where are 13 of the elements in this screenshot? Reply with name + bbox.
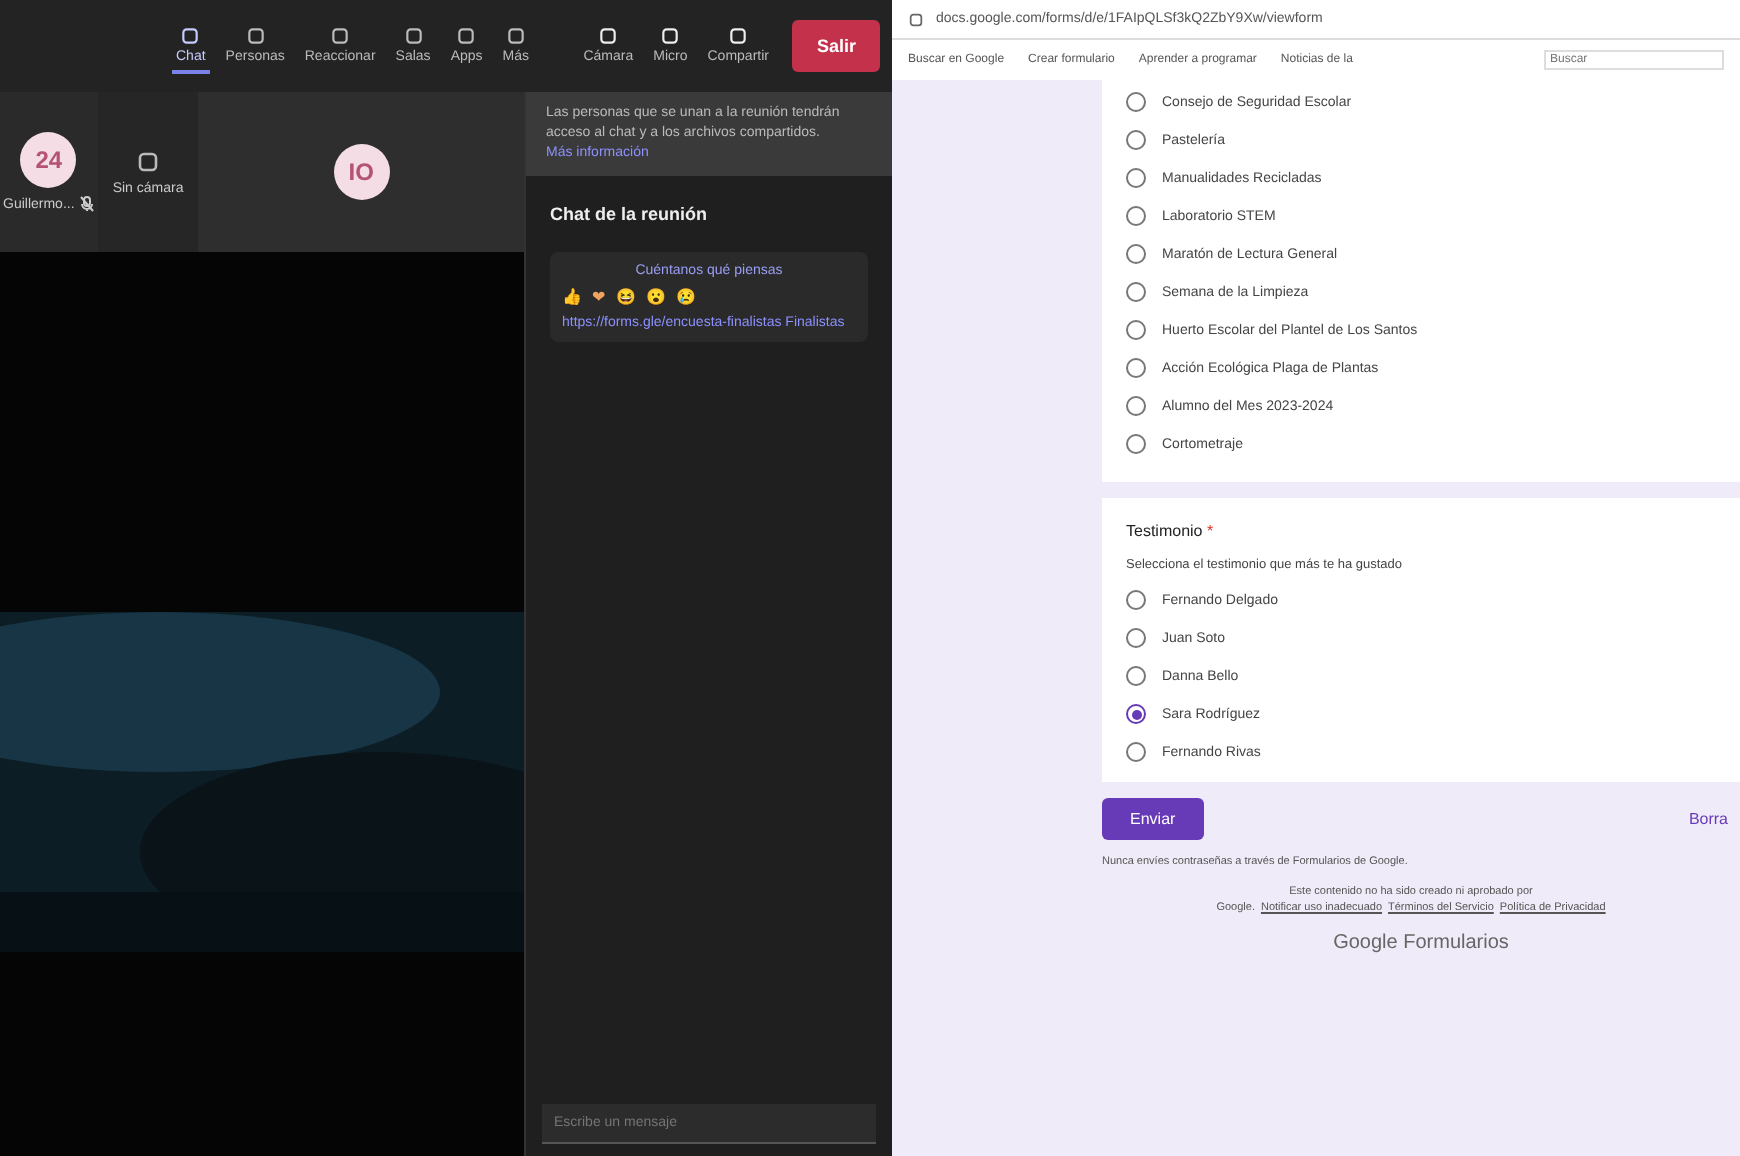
avatar: IO bbox=[333, 144, 390, 200]
brand-text: Google Formularios bbox=[1333, 932, 1509, 954]
reaction[interactable]: 😆 bbox=[616, 288, 636, 306]
reaction[interactable]: 😢 bbox=[676, 288, 696, 306]
reaction[interactable]: ❤ bbox=[592, 288, 606, 306]
reaction[interactable]: 👍 bbox=[562, 288, 582, 306]
submit-button[interactable]: Enviar bbox=[1102, 798, 1204, 840]
leave-button[interactable]: Salir bbox=[792, 20, 880, 72]
question-title: Testimonio * bbox=[1126, 522, 1216, 540]
avatar: 24 bbox=[20, 132, 77, 188]
clear-button[interactable]: Borra bbox=[1676, 808, 1740, 830]
reaction[interactable]: 😮 bbox=[646, 288, 666, 306]
chat-title: Chat de la reunión bbox=[548, 202, 710, 228]
